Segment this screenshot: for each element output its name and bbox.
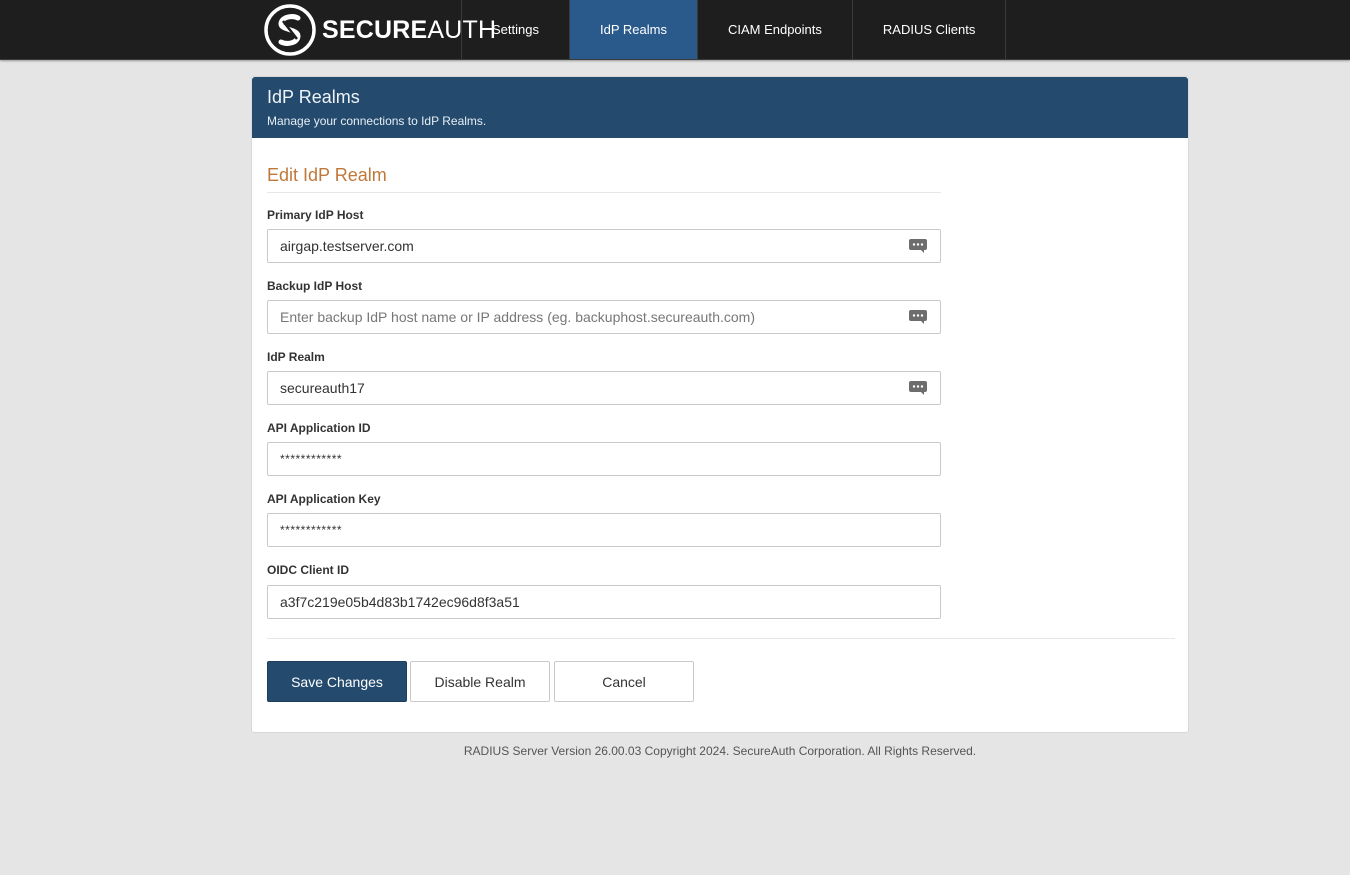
- nav-idp-realms[interactable]: IdP Realms: [569, 0, 698, 59]
- footer-copyright: RADIUS Server Version 26.00.03 Copyright…: [463, 744, 977, 758]
- idp-realm-panel: IdP Realms Manage your connections to Id…: [251, 76, 1189, 733]
- realm-input[interactable]: secureauth17: [267, 371, 941, 405]
- realm-label: IdP Realm: [267, 350, 325, 364]
- oidc-client-id-input[interactable]: a3f7c219e05b4d83b1742ec96d8f3a51: [267, 585, 941, 619]
- disable-realm-button[interactable]: Disable Realm: [410, 661, 550, 702]
- cancel-button[interactable]: Cancel: [554, 661, 694, 702]
- panel-header: IdP Realms Manage your connections to Id…: [252, 77, 1188, 138]
- primary-host-input[interactable]: airgap.testserver.com: [267, 229, 941, 263]
- oidc-client-id-value: a3f7c219e05b4d83b1742ec96d8f3a51: [280, 594, 520, 610]
- primary-host-value: airgap.testserver.com: [280, 238, 414, 254]
- nav-ciam-endpoints[interactable]: CIAM Endpoints: [698, 0, 853, 59]
- autofill-icon[interactable]: [908, 380, 928, 396]
- page-subtitle: Manage your connections to IdP Realms.: [267, 114, 487, 128]
- api-app-key-label: API Application Key: [267, 492, 381, 506]
- backup-host-label: Backup IdP Host: [267, 279, 363, 293]
- autofill-icon[interactable]: [908, 309, 928, 325]
- backup-host-placeholder: Enter backup IdP host name or IP address…: [280, 309, 755, 325]
- api-app-id-label: API Application ID: [267, 421, 371, 435]
- save-changes-button[interactable]: Save Changes: [267, 661, 407, 702]
- section-title: Edit IdP Realm: [267, 165, 941, 193]
- secureauth-logo-icon: [264, 4, 316, 56]
- nav-radius-clients[interactable]: RADIUS Clients: [853, 0, 1007, 59]
- api-app-id-value: ************: [280, 452, 343, 466]
- top-navbar: SECUREAUTH Settings IdP Realms CIAM Endp…: [0, 0, 1350, 60]
- backup-host-input[interactable]: Enter backup IdP host name or IP address…: [267, 300, 941, 334]
- brand-logo[interactable]: SECUREAUTH: [264, 4, 496, 56]
- page-title: IdP Realms: [267, 87, 360, 107]
- api-app-id-input[interactable]: ************: [267, 442, 941, 476]
- api-app-key-value: ************: [280, 523, 343, 537]
- form-divider: [267, 638, 1175, 639]
- nav-settings[interactable]: Settings: [462, 0, 570, 59]
- primary-host-label: Primary IdP Host: [267, 208, 364, 222]
- autofill-icon[interactable]: [908, 238, 928, 254]
- oidc-client-id-label: OIDC Client ID: [267, 563, 350, 577]
- main-nav: Settings IdP Realms CIAM Endpoints RADIU…: [461, 0, 1007, 59]
- api-app-key-input[interactable]: ************: [267, 513, 941, 547]
- realm-value: secureauth17: [280, 380, 365, 396]
